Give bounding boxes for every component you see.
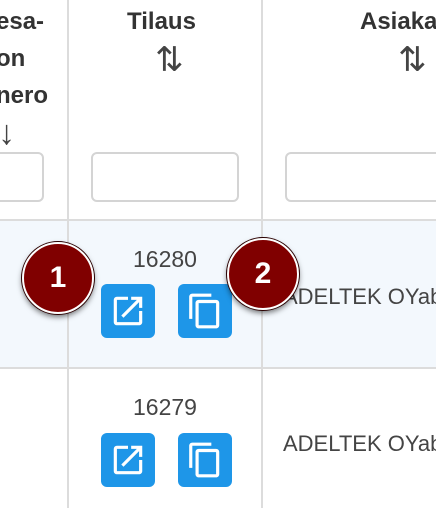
open-order-button[interactable] <box>101 433 155 487</box>
customer-name: ADELTEK OYab <box>283 284 436 309</box>
column-header-ref-line3: nero <box>0 82 49 109</box>
open-in-new-icon <box>113 296 143 326</box>
column-header-ref-line2: on <box>0 45 26 72</box>
ref-filter-input[interactable] <box>0 152 44 202</box>
column-header-order: Tilaus <box>127 8 196 35</box>
sort-desc-icon[interactable]: ↓ <box>0 116 15 150</box>
open-in-new-icon <box>113 445 143 475</box>
sort-toggle-icon[interactable]: ⇅ <box>398 43 427 77</box>
customer-filter-input[interactable] <box>285 152 436 202</box>
step-badge-1: 1 <box>22 242 94 314</box>
order-number: 16279 <box>133 394 197 420</box>
sort-toggle-icon[interactable]: ⇅ <box>155 43 184 77</box>
column-header-customer: Asiaka <box>360 8 436 35</box>
open-order-button[interactable] <box>101 284 155 338</box>
header-divider <box>0 219 436 221</box>
copy-icon <box>189 442 220 478</box>
copy-icon <box>189 293 220 329</box>
copy-order-button[interactable] <box>178 433 232 487</box>
order-filter-input[interactable] <box>91 152 239 202</box>
step-badge-2: 2 <box>227 238 299 310</box>
copy-order-button[interactable] <box>178 284 232 338</box>
column-header-ref-line1: esa- <box>0 8 45 35</box>
customer-name: ADELTEK OYab <box>283 431 436 456</box>
row-divider <box>0 367 436 369</box>
